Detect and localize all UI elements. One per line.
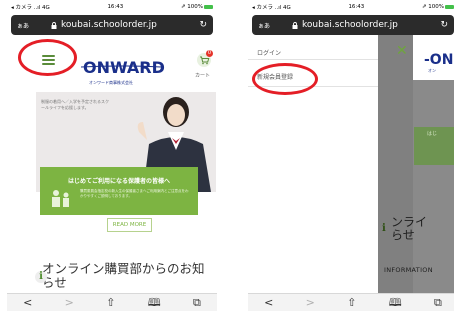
back-icon[interactable]: < — [23, 297, 32, 308]
logo-subtitle: オンワード商事株式会社 — [89, 80, 133, 85]
url-text: koubai.schoolorder.jp — [302, 20, 398, 30]
dimmed-page-area — [413, 80, 454, 293]
logo-swoosh — [81, 65, 161, 68]
status-bar: ◂ カメラ ..ıl 4G 16:43 ⇗ 100% — [7, 0, 217, 14]
back-icon[interactable]: < — [264, 297, 273, 308]
dimmed-news-title: ンライ らせ — [391, 215, 428, 242]
forward-icon[interactable]: > — [65, 297, 74, 308]
menu-item-login[interactable]: ログイン — [257, 48, 281, 57]
cart-label[interactable]: カート — [195, 72, 210, 79]
info-icon: i — [35, 271, 47, 283]
family-illustration-icon — [52, 190, 69, 207]
status-time: 16:43 — [107, 4, 124, 10]
news-title: オンライン購買部からのお知らせ — [42, 261, 205, 290]
forward-icon[interactable]: > — [306, 297, 315, 308]
share-icon[interactable]: ⇧ — [347, 297, 356, 308]
status-bar: ◂ カメラ ..ıl 4G 16:43 ⇗ 100% — [248, 0, 454, 14]
text-size-button[interactable]: ぁあ — [17, 21, 29, 30]
browser-toolbar: < > ⇧ 🕮 ⧉ — [7, 293, 217, 311]
battery-icon — [204, 4, 213, 9]
hero-text: 制服の着用へ／入学を予定されるスクールライフを応援します。 — [41, 99, 109, 110]
status-battery: ⇗ 100% — [422, 4, 454, 10]
address-bar[interactable]: ぁあ koubai.schoolorder.jp ↻ — [11, 15, 213, 35]
lock-icon — [51, 21, 57, 29]
tabs-icon[interactable]: ⧉ — [434, 297, 442, 308]
left-screenshot: ◂ カメラ ..ıl 4G 16:43 ⇗ 100% ぁあ koubai.sch… — [7, 0, 217, 311]
web-page: ONWARD オンワード商事株式会社 0 カート 制服の着用へ／入学を予定される… — [7, 35, 217, 293]
info-icon: i — [382, 223, 386, 234]
tabs-icon[interactable]: ⧉ — [193, 297, 201, 308]
first-time-guide-banner[interactable]: はじめてご利用になる保護者の皆様へ 購買委員会指定校の新入生の保護者さまへご利用… — [40, 167, 198, 215]
reload-icon[interactable]: ↻ — [440, 20, 448, 30]
close-menu-icon[interactable]: ✕ — [396, 44, 408, 58]
text-size-button[interactable]: ぁあ — [258, 21, 270, 30]
highlight-circle — [252, 63, 318, 95]
right-screenshot: ◂ カメラ ..ıl 4G 16:43 ⇗ 100% ぁあ koubai.sch… — [248, 0, 454, 311]
address-bar[interactable]: ぁあ koubai.schoolorder.jp ↻ — [252, 15, 454, 35]
dimmed-banner-text: はじ — [427, 131, 438, 137]
lock-icon — [292, 21, 298, 29]
browser-toolbar: < > ⇧ 🕮 ⧉ — [248, 293, 454, 311]
url-text: koubai.schoolorder.jp — [61, 20, 157, 30]
read-more-button[interactable]: READ MORE — [107, 218, 152, 232]
reload-icon[interactable]: ↻ — [199, 20, 207, 30]
bookmarks-icon[interactable]: 🕮 — [148, 297, 161, 308]
status-carrier: ◂ カメラ ..ıl 4G — [11, 5, 50, 11]
banner-description: 購買委員会指定校の新入生の保護者さまへご利用案内とご注意点をわかりやすくご説明し… — [80, 189, 189, 198]
information-label: INFORMATION — [384, 266, 433, 274]
share-icon[interactable]: ⇧ — [106, 297, 115, 308]
battery-icon — [445, 4, 454, 9]
web-page-menu-open: -ON オン はじ ンライ らせ i INFORMATION ログイン 新規会員… — [248, 35, 454, 293]
status-carrier: ◂ カメラ ..ıl 4G — [252, 5, 291, 11]
onward-logo-fragment: -ON — [424, 52, 454, 68]
banner-title: はじめてご利用になる保護者の皆様へ — [67, 178, 170, 185]
cart-count-badge: 0 — [206, 50, 213, 57]
logo-subtitle-fragment: オン — [428, 68, 436, 73]
highlight-circle — [18, 39, 77, 76]
menu-divider — [248, 59, 378, 60]
status-time: 16:43 — [348, 4, 365, 10]
bookmarks-icon[interactable]: 🕮 — [389, 297, 402, 308]
status-battery: ⇗ 100% — [181, 4, 213, 10]
